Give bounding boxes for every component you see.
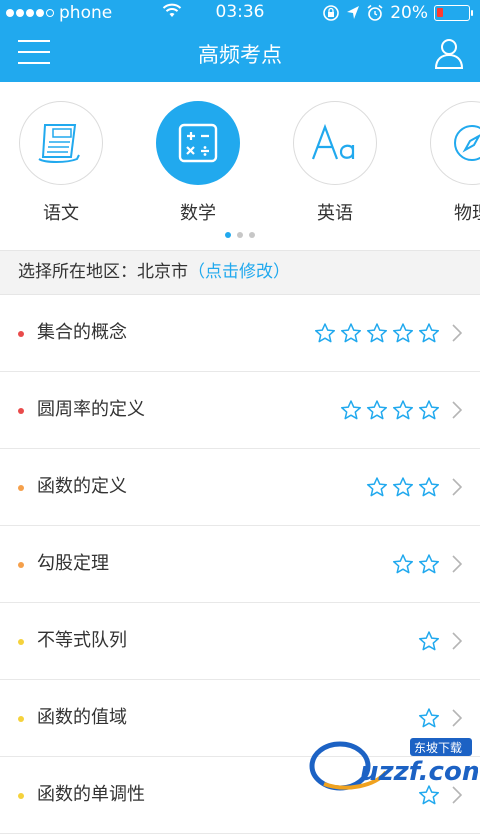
nav-bar: 高频考点 — [0, 26, 480, 82]
importance-dot — [18, 485, 24, 491]
chevron-right-icon — [452, 555, 462, 573]
importance-dot — [18, 331, 24, 337]
star-icon — [366, 476, 388, 498]
importance-dot — [18, 408, 24, 414]
subject-math[interactable]: 数学 — [155, 101, 241, 225]
status-bar: phone 03:36 20% — [0, 0, 480, 26]
subject-physics[interactable]: 物理 — [429, 101, 480, 225]
importance-dot — [18, 716, 24, 722]
star-icon — [366, 322, 388, 344]
chevron-right-icon — [452, 401, 462, 419]
chevron-right-icon — [452, 478, 462, 496]
battery-percent: 20% — [390, 3, 428, 23]
star-rating — [418, 707, 440, 729]
chevron-right-icon — [452, 324, 462, 342]
star-icon — [418, 630, 440, 652]
battery-icon — [434, 5, 470, 21]
star-icon — [418, 399, 440, 421]
watermark-logo: uzzf.com 东坡下载 — [306, 736, 478, 794]
topic-row[interactable]: 函数的定义 — [0, 449, 480, 526]
user-icon[interactable] — [434, 37, 464, 69]
subject-chinese[interactable]: 语文 — [18, 101, 104, 225]
star-icon — [392, 553, 414, 575]
rotation-lock-icon — [322, 4, 340, 22]
letters-icon — [293, 101, 377, 185]
topic-name: 函数的值域 — [37, 680, 127, 756]
page-title: 高频考点 — [0, 39, 480, 69]
importance-dot — [18, 562, 24, 568]
subject-carousel[interactable]: 语文 数学 英语 物理 — [0, 82, 480, 250]
alarm-icon — [366, 4, 384, 22]
star-icon — [392, 476, 414, 498]
star-rating — [366, 476, 440, 498]
star-rating — [418, 630, 440, 652]
star-icon — [418, 322, 440, 344]
chevron-right-icon — [452, 709, 462, 727]
importance-dot — [18, 793, 24, 799]
topic-name: 勾股定理 — [37, 526, 109, 602]
region-edit-link[interactable]: （点击修改） — [188, 262, 290, 282]
calculator-icon — [156, 101, 240, 185]
topic-row[interactable]: 圆周率的定义 — [0, 372, 480, 449]
topic-row[interactable]: 勾股定理 — [0, 526, 480, 603]
topic-name: 函数的定义 — [37, 449, 127, 525]
star-icon — [418, 553, 440, 575]
subject-label: 物理 — [429, 199, 480, 225]
star-rating — [340, 399, 440, 421]
composition-icon — [19, 101, 103, 185]
watermark-cn: 东坡下载 — [414, 741, 462, 755]
star-icon — [392, 322, 414, 344]
watermark-site: uzzf.com — [360, 757, 478, 787]
region-selector[interactable]: 选择所在地区：北京市（点击修改） — [0, 250, 480, 295]
star-icon — [340, 399, 362, 421]
subject-label: 语文 — [18, 199, 104, 225]
topic-name: 圆周率的定义 — [37, 372, 145, 448]
star-icon — [340, 322, 362, 344]
topic-name: 集合的概念 — [37, 295, 127, 371]
region-label: 选择所在地区：北京市 — [18, 262, 188, 282]
star-icon — [418, 707, 440, 729]
topic-row[interactable]: 不等式队列 — [0, 603, 480, 680]
importance-dot — [18, 639, 24, 645]
star-rating — [314, 322, 440, 344]
topic-name: 不等式队列 — [37, 603, 127, 679]
star-icon — [392, 399, 414, 421]
topic-name: 函数的单调性 — [37, 757, 145, 833]
compass-icon — [430, 101, 480, 185]
star-icon — [366, 399, 388, 421]
star-rating — [392, 553, 440, 575]
location-icon — [346, 5, 360, 21]
subject-label: 英语 — [292, 199, 378, 225]
status-right: 20% — [322, 3, 470, 23]
topic-row[interactable]: 集合的概念 — [0, 295, 480, 372]
star-icon — [418, 476, 440, 498]
chevron-right-icon — [452, 632, 462, 650]
subject-english[interactable]: 英语 — [292, 101, 378, 225]
page-indicator — [0, 232, 480, 238]
star-icon — [314, 322, 336, 344]
subject-label: 数学 — [155, 199, 241, 225]
